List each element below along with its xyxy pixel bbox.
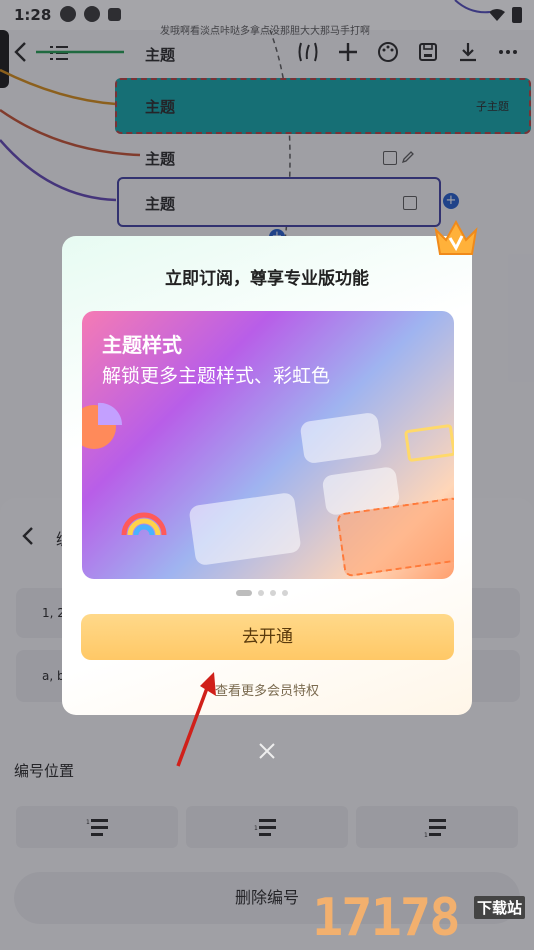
banner-pager[interactable]: [236, 590, 288, 596]
red-arrow-annotation: [176, 672, 216, 767]
decor-card: [188, 491, 302, 567]
watermark-logo: 17178: [312, 888, 461, 948]
more-benefits-link[interactable]: 查看更多会员特权: [0, 680, 534, 699]
pager-dot[interactable]: [282, 590, 288, 596]
decor-card: [299, 411, 383, 465]
decor-frame: [404, 423, 454, 463]
watermark-site-label: 下载站: [474, 896, 526, 919]
pie-decor-icon: [82, 402, 123, 449]
pager-dot[interactable]: [270, 590, 276, 596]
feature-banner[interactable]: 主题样式 解锁更多主题样式、彩虹色: [82, 311, 454, 579]
close-icon[interactable]: [256, 740, 278, 762]
rainbow-icon: [121, 512, 167, 536]
subscribe-button[interactable]: 去开通: [81, 614, 454, 660]
pager-dot[interactable]: [258, 590, 264, 596]
crown-icon: [434, 219, 478, 255]
banner-title: 主题样式: [102, 333, 182, 357]
pager-dot-active[interactable]: [236, 590, 252, 596]
modal-title: 立即订阅，尊享专业版功能: [165, 269, 369, 289]
banner-subtitle: 解锁更多主题样式、彩虹色: [102, 365, 331, 387]
